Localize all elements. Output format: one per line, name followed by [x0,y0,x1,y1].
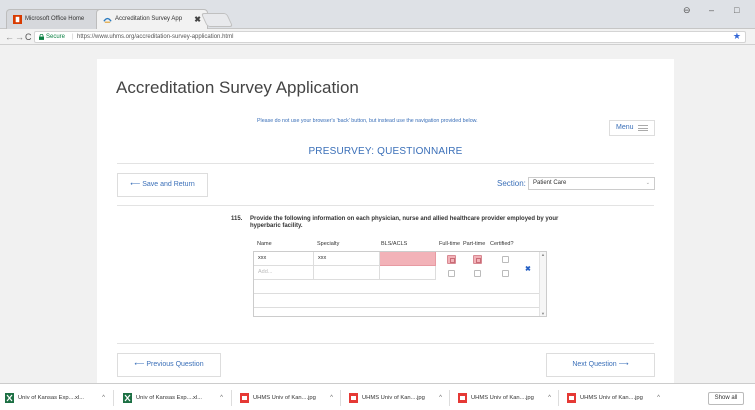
column-header-full-time: Full-time [439,241,461,247]
divider [117,343,654,344]
section-select-value: Patient Care [533,180,567,186]
divider [340,390,341,406]
empty-row [254,294,540,308]
scroll-down-icon[interactable]: ▼ [541,311,545,316]
specialty-cell[interactable] [314,266,380,280]
download-item[interactable]: UHMS Univ of Kan....jpg ^ [349,392,442,404]
divider [449,390,450,406]
download-item[interactable]: UHMS Univ of Kan....jpg ^ [458,392,551,404]
section-label: Section: [497,179,526,188]
download-item[interactable]: Univ of Kansas Exp....xl... ^ [123,392,223,404]
column-header-part-time: Part-time [463,241,486,247]
tab-title: Microsoft Office Home [25,16,85,22]
column-header-bls-acls: BLS/ACLS [381,241,408,247]
download-filename: UHMS Univ of Kan....jpg [362,395,425,401]
browser-toolbar: ← → C Secure | https://www.uhms.org/accr… [0,29,755,45]
grid-scrollbar[interactable]: ▲ ▼ [539,252,546,316]
url-text: https://www.uhms.org/accreditation-surve… [77,34,234,40]
save-and-return-button[interactable]: ⟵ Save and Return [117,173,208,197]
chevron-up-icon[interactable]: ^ [439,392,442,404]
bls-acls-cell[interactable] [380,266,436,280]
name-cell[interactable]: Add... [254,266,314,280]
image-file-icon [240,393,249,403]
grid-body: xxx xxx ✖ Add... ▲ ▼ [253,251,547,317]
account-icon[interactable]: ⊖ [683,5,691,16]
show-all-button[interactable]: Show all [708,392,744,405]
download-item[interactable]: Univ of Kansas Exp....xl... ^ [5,392,105,404]
divider [113,390,114,406]
bls-acls-cell[interactable] [380,252,436,266]
column-header-certified: Certified? [490,241,514,247]
chevron-down-icon: ⌄ [645,180,650,186]
certified-checkbox[interactable] [502,256,509,263]
divider [117,163,654,164]
office-icon [13,15,22,24]
address-bar[interactable]: Secure | https://www.uhms.org/accreditat… [34,31,746,43]
download-filename: Univ of Kansas Exp....xl... [18,395,85,401]
menu-label: Menu [616,124,634,131]
image-file-icon [458,393,467,403]
page-scrollbar[interactable] [747,45,755,383]
chevron-up-icon[interactable]: ^ [102,392,105,404]
download-filename: Univ of Kansas Exp....xl... [136,395,203,401]
section-heading: PRESURVEY: QUESTIONNAIRE [308,146,463,157]
hamburger-icon [638,125,648,131]
page-viewport: Accreditation Survey Application Please … [0,45,755,389]
specialty-cell[interactable]: xxx [314,252,380,266]
part-time-checkbox[interactable] [474,270,481,277]
column-header-specialty: Specialty [317,241,340,247]
excel-file-icon [5,393,14,403]
part-time-checkbox[interactable] [473,255,482,264]
download-filename: UHMS Univ of Kan....jpg [471,395,534,401]
divider [117,205,654,206]
scroll-up-icon[interactable]: ▲ [541,252,545,257]
back-arrow-icon[interactable]: ← [5,31,14,43]
divider [231,390,232,406]
download-filename: UHMS Univ of Kan....jpg [580,395,643,401]
tab-accreditation-survey[interactable]: Accreditation Survey App ✖ [96,9,208,29]
chevron-up-icon[interactable]: ^ [548,392,551,404]
question-number: 115. [231,216,243,222]
application-card: Accreditation Survey Application Please … [97,59,674,389]
previous-question-button[interactable]: ⟵ Previous Question [117,353,221,377]
excel-file-icon [123,393,132,403]
page-title: Accreditation Survey Application [116,78,359,97]
tab-title: Accreditation Survey App [115,16,183,22]
bookmark-star-icon[interactable]: ★ [733,31,741,41]
empty-row [254,280,540,294]
forward-arrow-icon[interactable]: → [15,31,24,43]
question-text: Provide the following information on eac… [250,216,559,229]
download-filename: UHMS Univ of Kan....jpg [253,395,316,401]
new-tab-button[interactable] [200,13,234,27]
reload-icon[interactable]: C [25,31,32,43]
remove-row-icon[interactable]: ✖ [525,266,531,274]
section-select[interactable]: Patient Care ⌄ [528,177,655,190]
secure-label: Secure [46,34,66,40]
navigation-notice: Please do not use your browser's 'back' … [257,118,478,124]
full-time-checkbox[interactable] [447,255,456,264]
image-file-icon [567,393,576,403]
chevron-up-icon[interactable]: ^ [657,392,660,404]
minimize-icon[interactable]: – [709,5,714,15]
divider [558,390,559,406]
image-file-icon [349,393,358,403]
browser-tab-strip: Microsoft Office Home ✖ Accreditation Su… [0,0,755,29]
lock-icon [39,34,44,40]
column-header-name: Name [257,241,272,247]
full-time-checkbox[interactable] [448,270,455,277]
download-item[interactable]: UHMS Univ of Kan....jpg ^ [240,392,333,404]
uhms-icon [103,17,112,23]
chevron-up-icon[interactable]: ^ [330,392,333,404]
menu-button[interactable]: Menu [609,120,655,136]
downloads-bar: Univ of Kansas Exp....xl... ^ Univ of Ka… [0,383,755,410]
staff-grid: Name Specialty BLS/ACLS Full-time Part-t… [253,241,547,317]
certified-checkbox[interactable] [502,270,509,277]
download-item[interactable]: UHMS Univ of Kan....jpg ^ [567,392,660,404]
close-icon[interactable]: ✖ [194,10,201,29]
address-separator: | [72,34,74,40]
next-question-button[interactable]: Next Question ⟶ [546,353,655,377]
chevron-up-icon[interactable]: ^ [220,392,223,404]
name-cell[interactable]: xxx [254,252,314,266]
maximize-icon[interactable]: □ [734,5,739,15]
